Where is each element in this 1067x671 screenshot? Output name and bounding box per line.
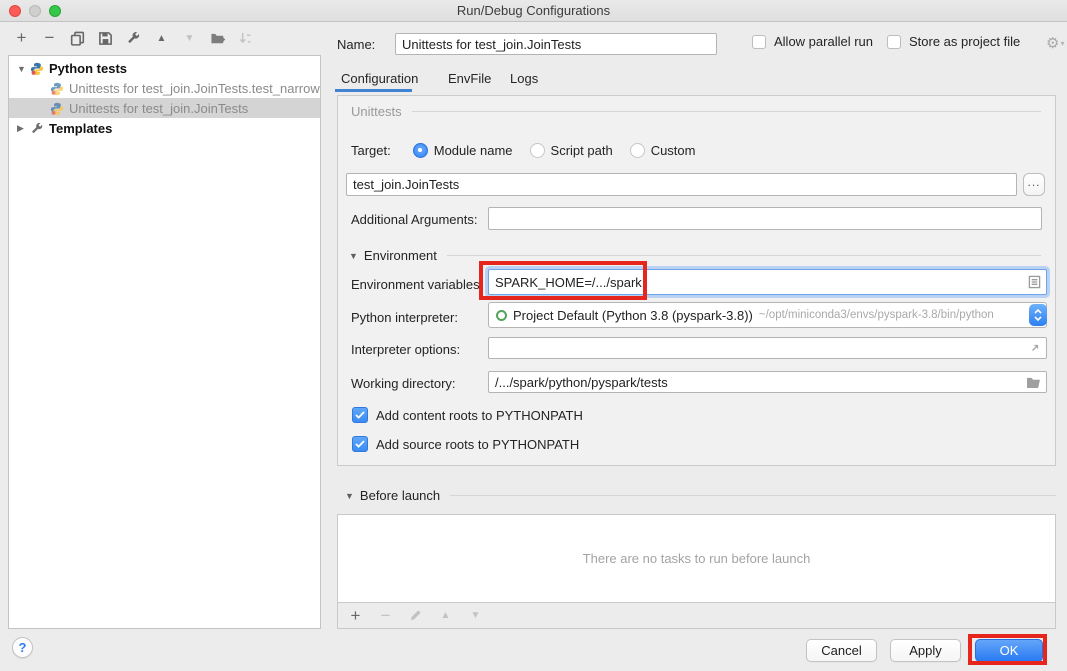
python-interpreter-value: Project Default (Python 3.8 (pyspark-3.8… — [513, 308, 753, 323]
python-test-config-icon — [50, 102, 64, 116]
collapse-caret-icon[interactable]: ▼ — [17, 64, 27, 74]
target-label: Target: — [351, 143, 391, 158]
move-task-down-button: ▼ — [467, 607, 484, 624]
cancel-button[interactable]: Cancel — [806, 639, 877, 662]
target-script-path-label: Script path — [551, 143, 613, 158]
tree-item-python-tests[interactable]: ▼ Python tests — [9, 58, 320, 78]
allow-parallel-run-label: Allow parallel run — [774, 34, 873, 49]
target-module-name-radio[interactable] — [413, 143, 428, 158]
browse-target-button[interactable]: ... — [1023, 173, 1045, 196]
remove-task-button: − — [377, 607, 394, 624]
target-script-path-radio[interactable] — [530, 143, 545, 158]
before-launch-title: Before launch — [360, 488, 440, 503]
tree-item-label: Templates — [49, 121, 112, 136]
move-task-up-button: ▲ — [437, 607, 454, 624]
ok-button[interactable]: OK — [975, 639, 1043, 662]
environment-group-title: Environment — [364, 248, 437, 263]
tree-item-templates[interactable]: ▶ Templates — [9, 118, 320, 138]
add-content-roots-checkbox[interactable] — [352, 407, 368, 423]
edit-task-pencil-icon — [407, 607, 424, 624]
environment-variables-input[interactable] — [489, 270, 1046, 294]
conda-env-icon — [496, 310, 507, 321]
tree-item-label: Unittests for test_join.JoinTests — [69, 101, 248, 116]
tab-logs[interactable]: Logs — [510, 71, 538, 86]
add-source-roots-checkbox[interactable] — [352, 436, 368, 452]
target-custom-radio[interactable] — [630, 143, 645, 158]
python-interpreter-select[interactable]: Project Default (Python 3.8 (pyspark-3.8… — [488, 302, 1047, 328]
interpreter-stepper-button[interactable] — [1029, 304, 1047, 326]
zoom-window-button[interactable] — [49, 5, 61, 17]
before-launch-toolbar: + − ▲ ▼ — [338, 603, 1055, 628]
gear-icon: ⚙ — [1046, 34, 1059, 52]
group-divider — [412, 111, 1041, 112]
remove-configuration-button[interactable]: − — [41, 30, 58, 47]
new-folder-icon[interactable] — [209, 30, 226, 47]
target-custom-label: Custom — [651, 143, 696, 158]
target-module-name-label: Module name — [434, 143, 513, 158]
edit-templates-wrench-icon[interactable] — [125, 30, 142, 47]
active-tab-underline — [335, 89, 412, 92]
browse-folder-icon[interactable] — [1026, 376, 1041, 388]
configurations-tree: ▼ Python tests Unittests for test_join.J… — [8, 55, 321, 629]
python-tests-icon — [30, 62, 44, 76]
edit-environment-variables-icon[interactable] — [1028, 275, 1041, 289]
add-content-roots-label: Add content roots to PYTHONPATH — [376, 408, 583, 423]
environment-collapse-icon[interactable]: ▼ — [349, 251, 358, 261]
help-button[interactable]: ? — [12, 637, 33, 658]
python-test-config-icon — [50, 82, 64, 96]
before-launch-box: There are no tasks to run before launch … — [337, 514, 1056, 629]
move-down-button: ▼ — [181, 30, 198, 47]
tree-item-label: Python tests — [49, 61, 127, 76]
python-interpreter-label: Python interpreter: — [351, 310, 458, 325]
store-options-control[interactable]: ⚙ ▾ — [1046, 34, 1064, 52]
add-task-button[interactable]: + — [347, 607, 364, 624]
run-debug-configurations-dialog: Run/Debug Configurations + − ▲ ▼ ▼ Pyth — [0, 0, 1067, 671]
configuration-panel: Unittests Target: Module name Script pat… — [337, 95, 1056, 466]
interpreter-options-label: Interpreter options: — [351, 342, 460, 357]
tab-envfile[interactable]: EnvFile — [448, 71, 491, 86]
minimize-window-button — [29, 5, 41, 17]
store-as-project-file-checkbox[interactable] — [887, 35, 901, 49]
working-directory-input[interactable] — [489, 372, 1046, 392]
before-launch-task-list[interactable]: There are no tasks to run before launch — [338, 515, 1055, 603]
tree-item-unittests-jointests-selected[interactable]: Unittests for test_join.JoinTests — [9, 98, 320, 118]
python-interpreter-path: ~/opt/miniconda3/envs/pyspark-3.8/bin/py… — [759, 309, 994, 321]
group-divider — [450, 495, 1056, 496]
window-title: Run/Debug Configurations — [0, 0, 1067, 21]
group-divider — [447, 255, 1041, 256]
configurations-toolbar: + − ▲ ▼ — [13, 28, 254, 48]
additional-arguments-input[interactable] — [489, 208, 1041, 229]
templates-wrench-icon — [30, 122, 44, 136]
name-label: Name: — [337, 37, 375, 52]
additional-arguments-label: Additional Arguments: — [351, 212, 477, 227]
tree-item-unittests-test-narrow[interactable]: Unittests for test_join.JoinTests.test_n… — [9, 78, 320, 98]
before-launch-empty-text: There are no tasks to run before launch — [583, 551, 811, 566]
move-up-button[interactable]: ▲ — [153, 30, 170, 47]
chevron-down-icon: ▾ — [1060, 39, 1064, 48]
sort-configurations-icon — [237, 30, 254, 47]
unittests-group-title: Unittests — [351, 104, 402, 119]
add-configuration-button[interactable]: + — [13, 30, 30, 47]
tab-configuration[interactable]: Configuration — [341, 71, 418, 86]
add-source-roots-label: Add source roots to PYTHONPATH — [376, 437, 579, 452]
copy-configuration-icon[interactable] — [69, 30, 86, 47]
target-input[interactable] — [347, 174, 1016, 195]
save-configuration-icon[interactable] — [97, 30, 114, 47]
expand-caret-icon[interactable]: ▶ — [17, 123, 27, 134]
title-bar: Run/Debug Configurations — [0, 0, 1067, 22]
expand-field-icon[interactable] — [1029, 342, 1041, 354]
apply-button[interactable]: Apply — [890, 639, 961, 662]
before-launch-collapse-icon[interactable]: ▼ — [345, 491, 354, 501]
tree-item-label: Unittests for test_join.JoinTests.test_n… — [69, 81, 320, 96]
close-window-button[interactable] — [9, 5, 21, 17]
environment-variables-label: Environment variables: — [351, 277, 483, 292]
working-directory-label: Working directory: — [351, 376, 456, 391]
interpreter-options-input[interactable] — [489, 338, 1046, 358]
allow-parallel-run-checkbox[interactable] — [752, 35, 766, 49]
store-as-project-file-label: Store as project file — [909, 34, 1020, 49]
name-input[interactable] — [395, 33, 717, 55]
